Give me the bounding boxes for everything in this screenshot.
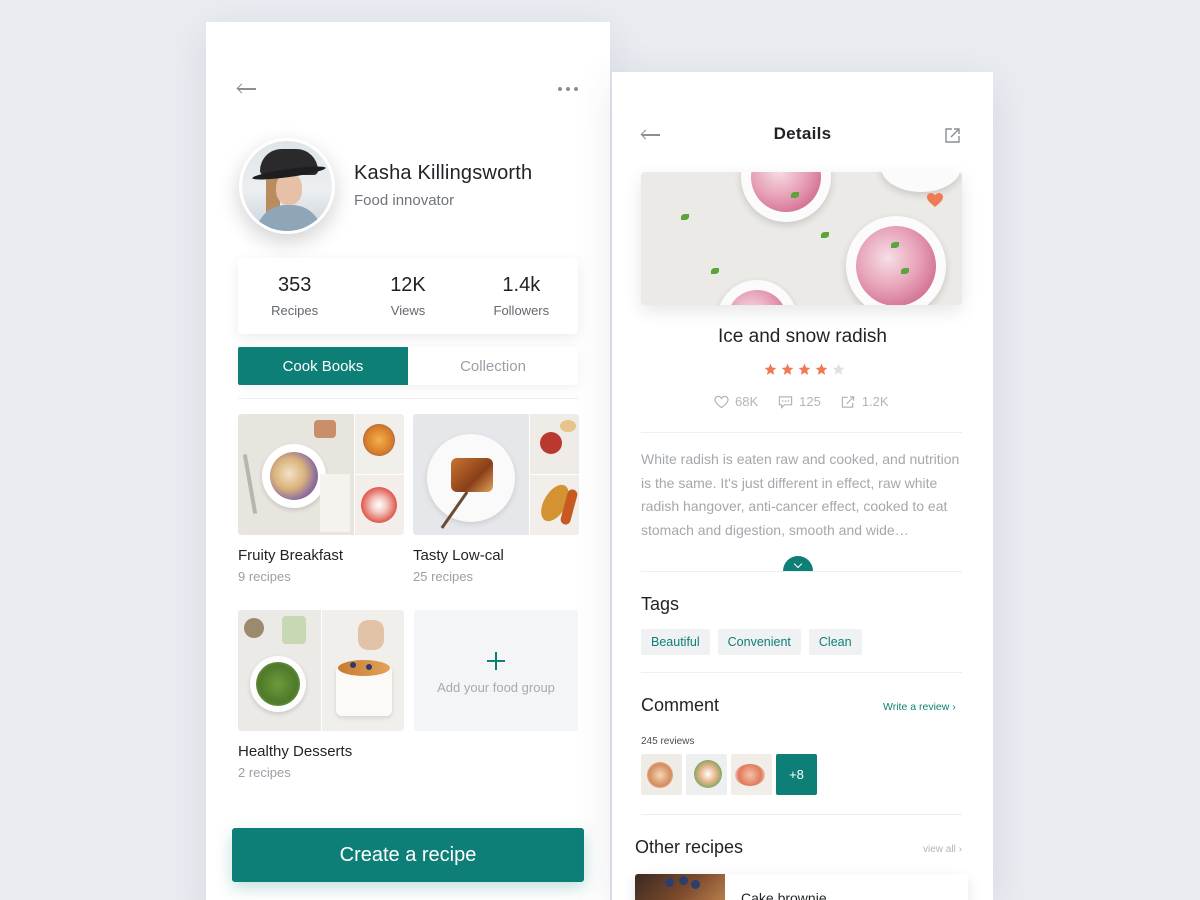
tab-cook-books[interactable]: Cook Books	[238, 347, 408, 385]
cookbook-card-healthy-desserts[interactable]: Healthy Desserts 2 recipes	[238, 610, 404, 780]
review-thumbnail[interactable]	[731, 754, 772, 795]
details-screen: Details Ice and snow radish 68K 125 1.2K…	[612, 72, 993, 900]
shares-metric[interactable]: 1.2K	[841, 394, 889, 409]
stat-label: Followers	[493, 303, 550, 318]
tags-title: Tags	[641, 594, 680, 614]
profile-screen: Kasha Killingsworth Food innovator 353 R…	[206, 22, 610, 900]
write-review-link[interactable]: Write a review ›	[883, 701, 956, 713]
stat-recipes[interactable]: 353 Recipes	[238, 258, 351, 334]
other-recipe-card[interactable]: Cake brownie	[635, 874, 968, 900]
stat-label: Recipes	[271, 303, 319, 318]
other-recipes-title: Other recipes	[635, 837, 744, 857]
comments-metric[interactable]: 125	[778, 394, 821, 409]
recipe-title: Ice and snow radish	[718, 326, 887, 347]
recipe-metrics: 68K 125 1.2K	[714, 394, 889, 409]
tag-convenient[interactable]: Convenient	[717, 629, 801, 655]
divider	[641, 571, 962, 572]
tag-list: Beautiful Convenient Clean	[641, 629, 862, 655]
star-empty-icon	[832, 363, 845, 375]
likes-count: 68K	[735, 394, 759, 409]
divider	[641, 814, 962, 815]
share-small-icon	[841, 395, 855, 408]
cookbook-title: Fruity Breakfast	[238, 547, 344, 564]
chevron-right-icon: ›	[949, 701, 956, 713]
cookbook-image	[413, 414, 579, 535]
review-thumbnails: +8	[641, 754, 817, 795]
profile-tabs: Cook Books Collection	[238, 347, 578, 385]
likes-metric[interactable]: 68K	[714, 394, 758, 409]
divider	[238, 398, 578, 399]
cookbook-title: Tasty Low-cal	[413, 547, 504, 564]
cookbook-title: Healthy Desserts	[238, 743, 353, 760]
comments-count: 125	[799, 394, 821, 409]
tag-beautiful[interactable]: Beautiful	[641, 629, 710, 655]
write-review-label: Write a review	[883, 701, 950, 713]
add-food-group-label: Add your food group	[437, 680, 555, 695]
other-recipe-name: Cake brownie	[741, 890, 827, 900]
comment-title: Comment	[641, 695, 720, 715]
star-filled-icon	[815, 363, 828, 375]
recipe-hero-image	[641, 172, 962, 305]
tag-clean[interactable]: Clean	[808, 629, 862, 655]
share-icon[interactable]	[944, 127, 962, 144]
comment-icon	[778, 395, 793, 409]
stat-label: Views	[390, 303, 426, 318]
cookbook-count: 25 recipes	[413, 569, 473, 584]
more-options-icon[interactable]	[558, 84, 580, 94]
star-filled-icon	[764, 363, 777, 375]
page-title: Details	[773, 124, 832, 143]
reviews-count: 245 reviews	[641, 736, 695, 747]
profile-name: Kasha Killingsworth	[354, 162, 533, 184]
chevron-right-icon: ›	[955, 844, 962, 855]
stat-value: 12K	[390, 274, 426, 296]
cookbook-card-tasty-low-cal[interactable]: Tasty Low-cal 25 recipes	[413, 414, 579, 584]
profile-role: Food innovator	[354, 192, 455, 209]
divider	[641, 432, 962, 433]
divider	[641, 672, 962, 673]
cookbook-image	[238, 414, 404, 535]
avatar[interactable]	[239, 138, 335, 234]
add-food-group-button[interactable]: Add your food group	[414, 610, 578, 731]
heart-outline-icon	[714, 395, 729, 408]
cookbook-image	[238, 610, 404, 731]
star-filled-icon	[798, 363, 811, 375]
rating-stars	[764, 363, 845, 376]
expand-description-button[interactable]	[783, 556, 813, 572]
plus-icon	[487, 652, 505, 670]
more-reviews-button[interactable]: +8	[776, 754, 817, 795]
recipe-description: White radish is eaten raw and cooked, an…	[641, 451, 960, 538]
view-all-link[interactable]: view all ›	[923, 844, 962, 855]
cookbook-count: 2 recipes	[238, 765, 291, 780]
cookbook-card-fruity-breakfast[interactable]: Fruity Breakfast 9 recipes	[238, 414, 404, 584]
tab-collection[interactable]: Collection	[408, 347, 578, 385]
stat-value: 1.4k	[502, 274, 541, 296]
create-recipe-button[interactable]: Create a recipe	[232, 828, 584, 882]
stat-followers[interactable]: 1.4k Followers	[465, 258, 578, 334]
back-arrow-icon[interactable]	[236, 82, 258, 96]
heart-icon[interactable]	[926, 192, 944, 208]
stat-value: 353	[277, 274, 312, 296]
star-filled-icon	[781, 363, 794, 375]
review-thumbnail[interactable]	[641, 754, 682, 795]
stats-card: 353 Recipes 12K Views 1.4k Followers	[238, 258, 578, 334]
other-recipe-image	[635, 874, 725, 900]
view-all-label: view all	[923, 844, 956, 855]
review-thumbnail[interactable]	[686, 754, 727, 795]
stat-views[interactable]: 12K Views	[351, 258, 464, 334]
shares-count: 1.2K	[861, 394, 889, 409]
cookbook-count: 9 recipes	[238, 569, 291, 584]
